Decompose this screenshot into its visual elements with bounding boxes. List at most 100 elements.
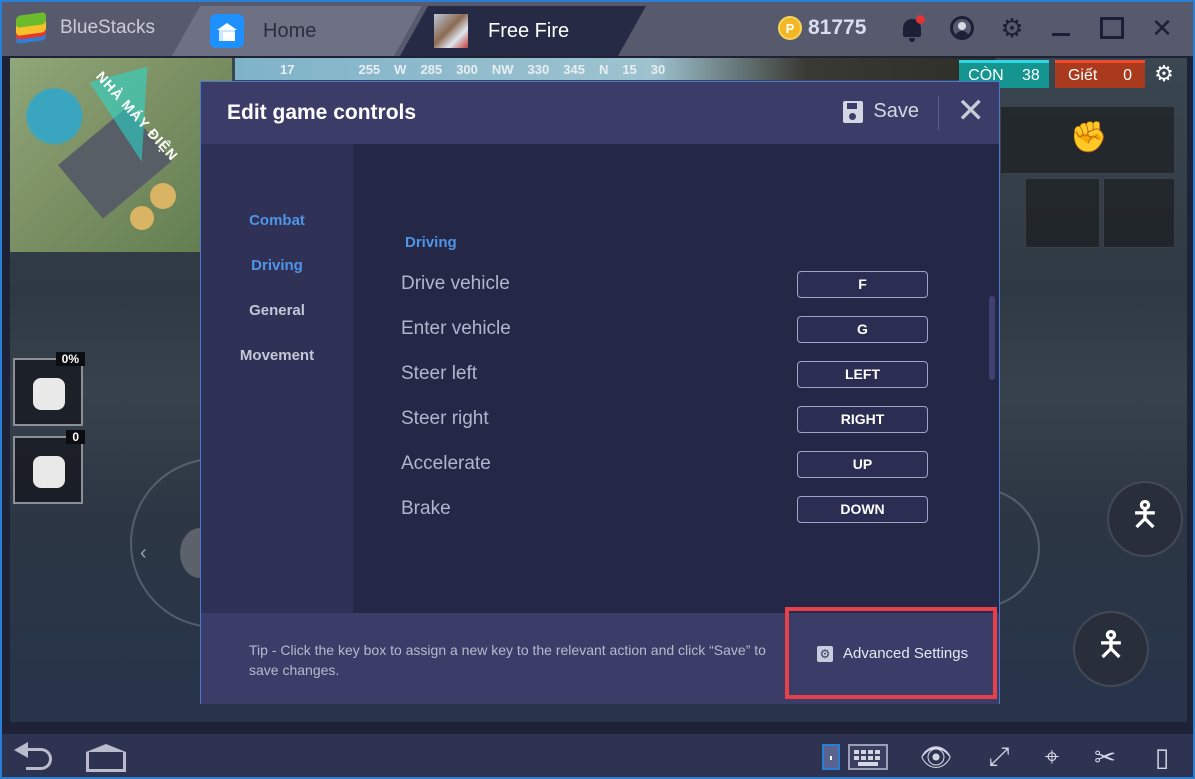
compass-tick: 300 — [456, 62, 478, 77]
weapon-slot-pistol[interactable] — [1103, 178, 1175, 248]
wifi-ping: 17 — [280, 62, 295, 77]
control-action-label: Steer left — [401, 363, 478, 384]
tab-home-label: Home — [263, 20, 317, 42]
fist-icon: ✊ — [1070, 121, 1108, 154]
tab-home[interactable]: Home — [172, 6, 422, 56]
control-action-label: Accelerate — [401, 453, 491, 474]
bell-icon — [903, 15, 925, 42]
compass-tick: 255 — [358, 62, 381, 77]
scrollbar[interactable] — [989, 296, 995, 380]
backpack-slot[interactable]: 0% — [13, 352, 85, 426]
crouch-button[interactable]: 🯅 — [1107, 481, 1183, 557]
minimize-button[interactable] — [1047, 14, 1075, 42]
nav-item-general[interactable]: General — [201, 302, 353, 319]
compass-tick: W — [394, 62, 407, 77]
save-icon — [843, 100, 864, 123]
brand-name: BlueStacks — [60, 17, 156, 38]
chevron-left-icon: ‹ — [140, 542, 147, 564]
eye-button[interactable]: 👁 — [916, 740, 956, 774]
control-action-label: Steer right — [401, 408, 489, 429]
game-settings-button[interactable]: ⚙ — [1151, 60, 1177, 88]
notifications-button[interactable] — [898, 14, 926, 42]
eye-icon: 👁 — [919, 741, 953, 772]
home-icon — [210, 14, 244, 48]
bluestacks-window: BlueStacks Home Free Fire P 81775 ⚙ ✕ NH… — [0, 0, 1195, 779]
key-box[interactable]: DOWN — [797, 496, 928, 523]
shake-icon: ▯ — [1154, 741, 1170, 772]
fullscreen-button[interactable]: ⤢ — [979, 740, 1019, 774]
coin-count: 81775 — [808, 16, 867, 39]
keymapping-button[interactable] — [848, 744, 888, 770]
compass-tick: 330 — [527, 62, 550, 77]
save-label: Save — [873, 100, 919, 122]
gear-icon: ⚙ — [1154, 61, 1174, 86]
header-divider — [938, 96, 939, 130]
section-title: Driving — [405, 234, 457, 251]
compass-tick: NW — [491, 62, 514, 77]
bluestacks-logo-icon — [14, 11, 48, 45]
tab-free-fire-label: Free Fire — [488, 20, 570, 42]
prone-button[interactable]: 🯅 — [1073, 611, 1149, 687]
control-row: Steer right RIGHT — [401, 406, 931, 434]
screenshot-button[interactable]: ✂ — [1085, 740, 1125, 774]
maximize-button[interactable] — [1098, 14, 1126, 42]
nav-item-movement[interactable]: Movement — [201, 347, 353, 364]
key-box[interactable]: G — [797, 316, 928, 343]
close-dialog-button[interactable]: ✕ — [957, 94, 986, 128]
nav-item-driving[interactable]: Driving — [201, 257, 353, 274]
account-button[interactable] — [948, 14, 976, 42]
gear-icon: ⚙ — [1000, 12, 1024, 43]
minimap[interactable]: NHÀ MÁY ĐIỆN — [10, 58, 232, 252]
medkit-icon — [33, 456, 65, 488]
control-row: Drive vehicle F — [401, 271, 931, 299]
key-box[interactable]: F — [797, 271, 928, 298]
dialog-header: Edit game controls Save ✕ — [201, 82, 999, 144]
backpack-badge: 0% — [55, 352, 85, 366]
control-row: Steer left LEFT — [401, 361, 931, 389]
shake-button[interactable]: ▯ — [1142, 740, 1182, 774]
control-row: Brake DOWN — [401, 496, 931, 524]
close-icon: ✕ — [1151, 12, 1173, 43]
control-action-label: Drive vehicle — [401, 273, 510, 294]
medkit-slot[interactable]: 0 — [13, 430, 85, 504]
notification-dot — [916, 15, 925, 24]
key-box[interactable]: LEFT — [797, 361, 928, 388]
weapon-slot-rifle[interactable] — [1025, 178, 1100, 248]
alive-count: 38 — [1022, 66, 1040, 84]
location-icon: ⌖ — [1044, 741, 1060, 771]
advanced-settings-button[interactable]: ⚙ Advanced Settings — [817, 645, 968, 662]
home-icon — [86, 744, 126, 752]
compass: 17 255 W 285 300 NW 330 345 N 15 30 — [280, 62, 665, 77]
controls-list: Driving Drive vehicle F Enter vehicle G … — [353, 144, 999, 613]
kneel-soldier-icon: 🯅 — [1096, 625, 1126, 664]
key-box[interactable]: RIGHT — [797, 406, 928, 433]
nav-item-combat[interactable]: Combat — [201, 212, 353, 229]
medkit-badge: 0 — [66, 430, 85, 444]
advanced-settings-highlight: ⚙ Advanced Settings — [785, 607, 997, 699]
back-button[interactable] — [14, 742, 64, 772]
fullscreen-icon: ⤢ — [988, 741, 1010, 771]
kills-label: Giết — [1067, 66, 1098, 84]
brand: BlueStacks — [14, 11, 156, 45]
android-home-button[interactable] — [86, 744, 126, 772]
coin-balance[interactable]: P 81775 — [778, 16, 866, 40]
tip-text: Tip - Click the key box to assign a new … — [249, 642, 766, 678]
settings-icon: ⚙ — [817, 645, 833, 662]
control-action-label: Enter vehicle — [401, 318, 511, 339]
keyboard-toggle-button[interactable] — [822, 744, 840, 770]
save-button[interactable]: Save — [843, 100, 919, 123]
scissors-icon: ✂ — [1094, 741, 1116, 772]
control-action-label: Brake — [401, 498, 451, 519]
controls-category-nav: Combat Driving General Movement — [201, 144, 353, 613]
compass-tick: 345 — [563, 62, 585, 77]
dialog-title: Edit game controls — [227, 101, 417, 124]
kill-count: Giết 0 — [1055, 60, 1145, 88]
free-fire-app-icon — [434, 14, 468, 48]
tab-free-fire[interactable]: Free Fire — [400, 6, 646, 56]
settings-button[interactable]: ⚙ — [998, 12, 1026, 43]
compass-tick: 285 — [420, 62, 443, 77]
location-button[interactable]: ⌖ — [1032, 740, 1072, 774]
key-box[interactable]: UP — [797, 451, 928, 478]
user-icon — [950, 16, 974, 40]
close-window-button[interactable]: ✕ — [1148, 12, 1176, 43]
